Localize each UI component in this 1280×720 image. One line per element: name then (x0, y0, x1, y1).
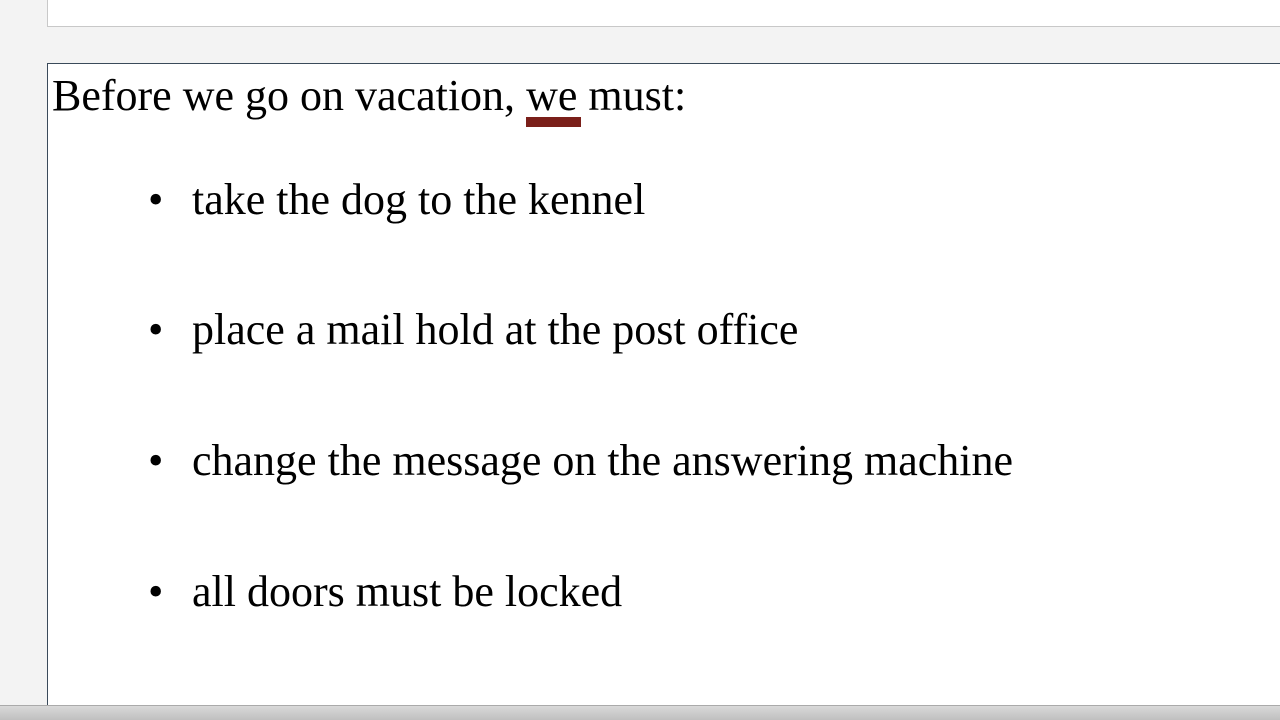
list-item: all doors must be locked (192, 567, 1280, 618)
heading-text-before: Before we go on vacation, (52, 71, 526, 120)
top-empty-frame (47, 0, 1280, 27)
heading-text-after: must: (577, 71, 686, 120)
slide-heading: Before we go on vacation, we must: (52, 70, 1280, 123)
list-item: change the message on the answering mach… (192, 436, 1280, 487)
bullet-list: take the dog to the kennel place a mail … (48, 175, 1280, 617)
list-item: take the dog to the kennel (192, 175, 1280, 226)
heading-underlined-word: we (526, 70, 577, 123)
list-item: place a mail hold at the post office (192, 305, 1280, 356)
slide-content-frame: Before we go on vacation, we must: take … (47, 63, 1280, 705)
window-bottom-edge (0, 705, 1280, 720)
